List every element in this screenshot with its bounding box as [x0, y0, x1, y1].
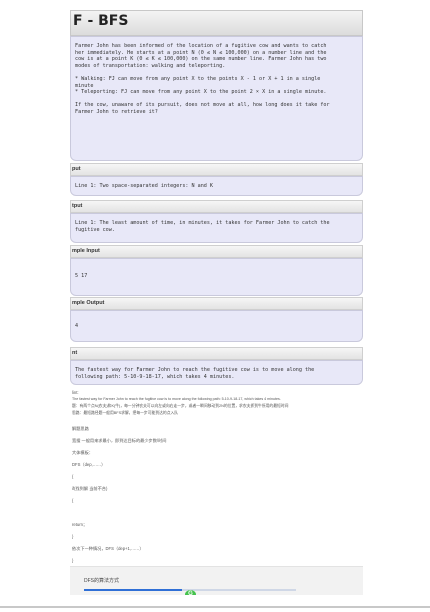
note-line: 大体模板： — [72, 450, 93, 455]
sample-input-header: mple Input — [70, 245, 363, 258]
hint-panel: The fastest way for Farmer John to reach… — [70, 360, 363, 385]
output-panel: Line 1: The least amount of time, in min… — [70, 213, 363, 243]
note-line: 思路：最短路径题一般用BFS求解，把每一步可能到达的点入队 — [72, 411, 179, 415]
input-panel: Line 1: Two space-separated integers: N … — [70, 176, 363, 196]
note-line: The fastest way for Farmer John to reach… — [72, 397, 281, 401]
note-line: } — [72, 558, 74, 563]
page-title: F - BFS — [73, 13, 129, 29]
note-line: return； — [72, 522, 88, 527]
description-text: Farmer John has been informed of the loc… — [75, 43, 330, 115]
input-section-header: put — [70, 163, 363, 176]
problem-title-bar: F - BFS — [70, 10, 363, 36]
problem-page: F - BFS Farmer John has been informed of… — [70, 10, 363, 595]
footer-label[interactable]: DFS的算法方式 — [84, 577, 119, 584]
note-line: } — [72, 534, 74, 539]
note-line: 宽搜 一般用来求最小，即到达目标的最少步数/时间 — [72, 438, 167, 443]
sample-input-panel: 5 17 — [70, 258, 363, 296]
comment-bubble-icon[interactable]: G — [185, 590, 196, 595]
note-line: lint: — [72, 390, 79, 395]
hint-header: nt — [70, 347, 363, 360]
footer-bar: DFS的算法方式 G — [70, 566, 363, 595]
note-line: 题：有两个点N(农夫)和K(牛)，每一分钟农夫可以向左或向右走一步，或者一瞬间移… — [72, 404, 289, 408]
note-line: { — [72, 498, 74, 503]
note-line: { — [72, 474, 74, 479]
blog-notes: lint: The fastest way for Farmer John to… — [70, 388, 363, 595]
note-line: 依次下一种情况，DFS（dep+1,……） — [72, 546, 144, 551]
sample-output-header: mple Output — [70, 297, 363, 310]
window-bottom-border — [0, 606, 430, 608]
progress-fill — [84, 589, 182, 591]
note-line: DFS（dep,……） — [72, 462, 106, 467]
sample-output-panel: 4 — [70, 310, 363, 342]
note-line: 解题思路 — [72, 426, 89, 431]
output-section-header: tput — [70, 200, 363, 213]
description-panel: Farmer John has been informed of the loc… — [70, 36, 363, 161]
note-line: if(找到解 当前不合) — [72, 486, 108, 491]
